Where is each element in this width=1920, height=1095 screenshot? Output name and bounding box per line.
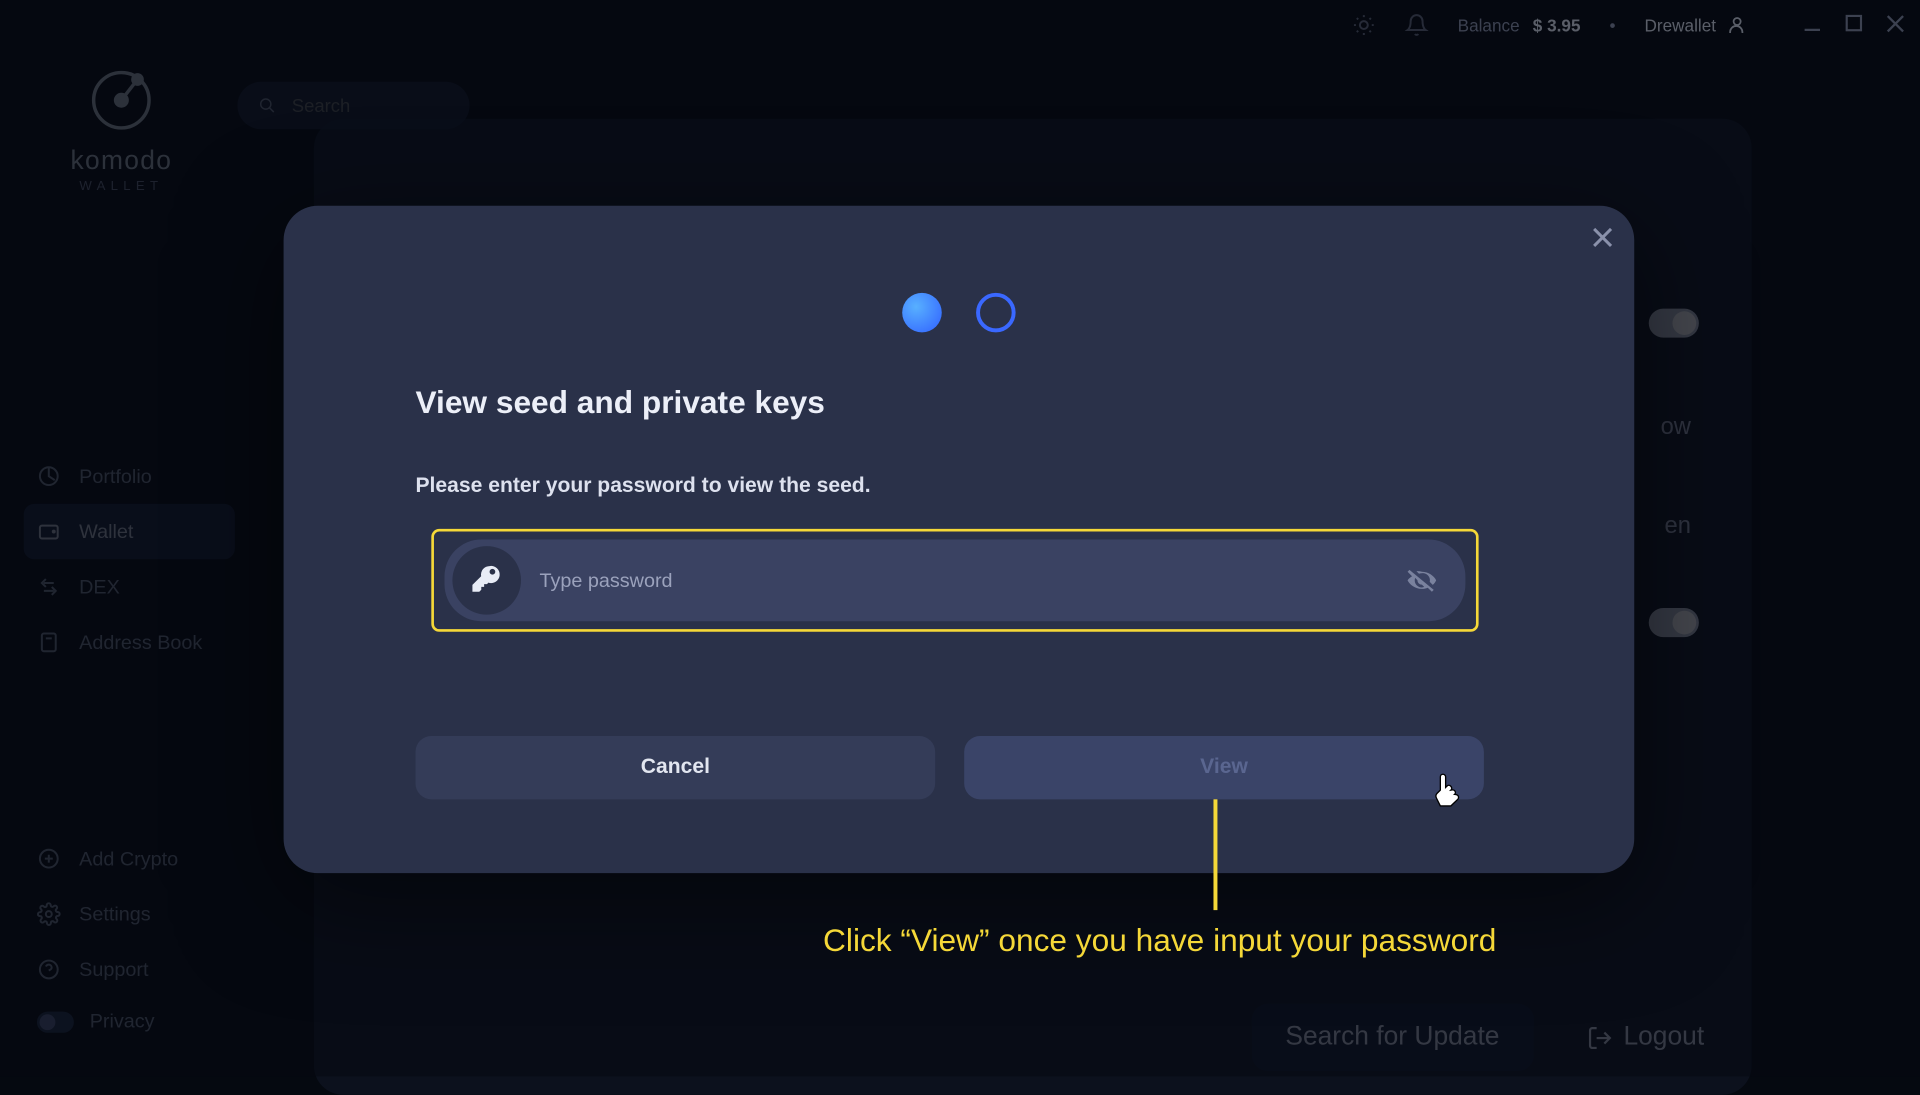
stepper [902, 293, 1015, 333]
eye-off-icon[interactable] [1405, 562, 1442, 599]
view-seed-dialog: View seed and private keys Please enter … [284, 206, 1635, 873]
step-dot-2 [976, 293, 1016, 333]
step-dot-1 [902, 293, 942, 333]
cancel-button[interactable]: Cancel [415, 736, 935, 799]
close-icon[interactable] [1576, 211, 1629, 264]
key-icon [452, 546, 521, 615]
password-field-highlight [431, 529, 1478, 632]
view-button[interactable]: View [964, 736, 1484, 799]
dialog-title: View seed and private keys [415, 385, 824, 422]
annotation-text: Click “View” once you have input your pa… [823, 923, 1496, 960]
annotation-line [1213, 799, 1217, 910]
password-input[interactable] [539, 569, 1386, 591]
password-field[interactable] [445, 539, 1466, 621]
dialog-subtitle: Please enter your password to view the s… [415, 475, 870, 499]
